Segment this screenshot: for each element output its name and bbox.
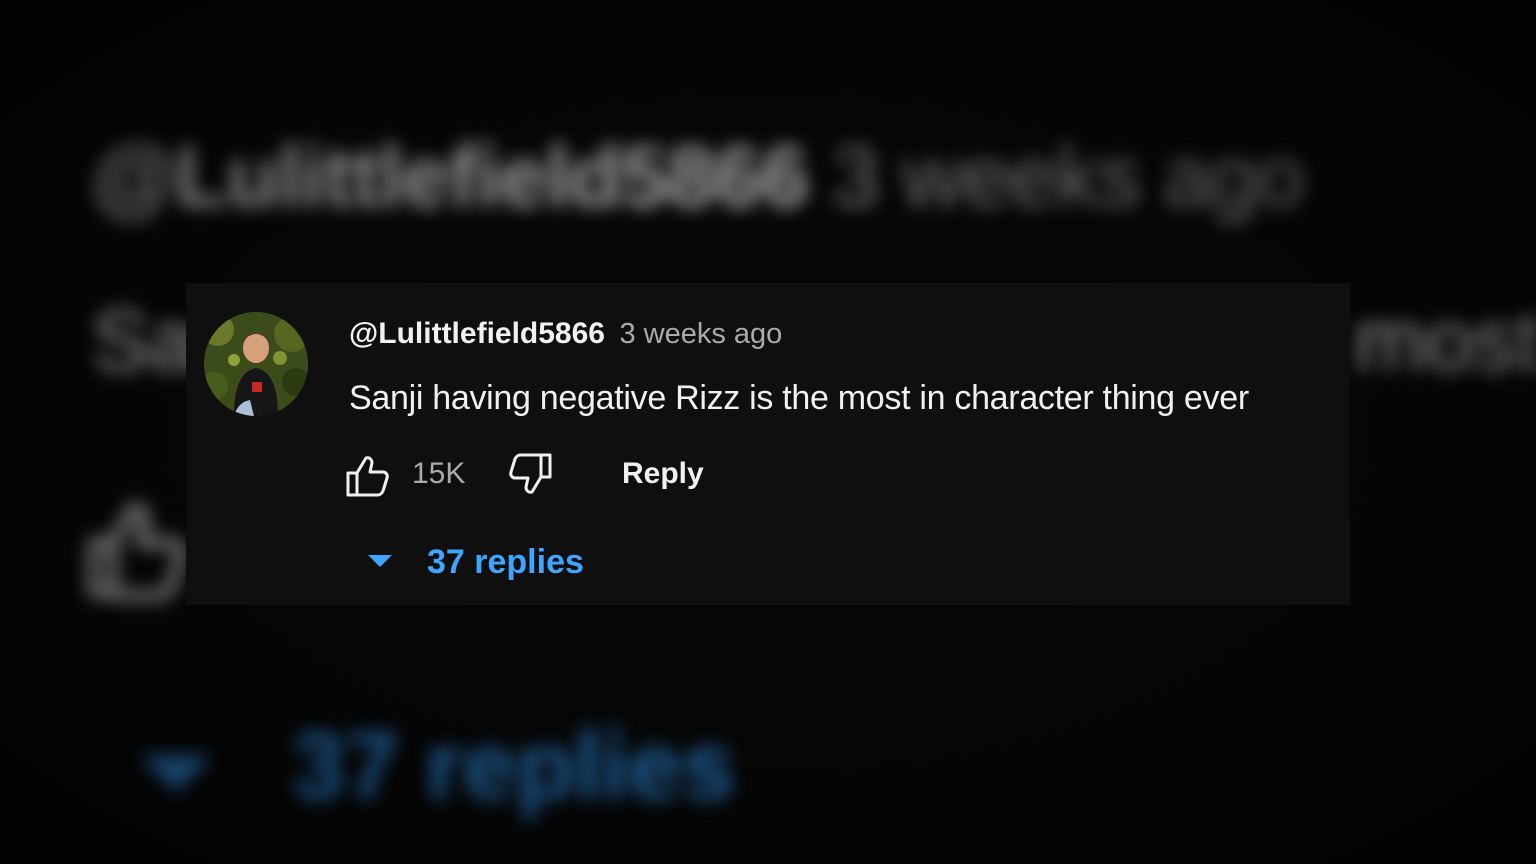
dislike-button[interactable] (502, 449, 554, 501)
comment-timestamp[interactable]: 3 weeks ago (619, 318, 782, 350)
thumbs-up-icon (346, 456, 389, 497)
caret-down-icon (368, 555, 392, 567)
screenshot-stage: @Lulittlefield5866 3 weeks ago Sanji havi… (0, 0, 1536, 864)
avatar[interactable] (204, 312, 308, 416)
reply-button[interactable]: Reply (622, 457, 704, 491)
comment-card: @Lulittlefield5866 3 weeks ago Sanji hav… (186, 283, 1350, 605)
thumbs-down-icon (509, 453, 552, 494)
author-handle[interactable]: @Lulittlefield5866 (349, 317, 605, 350)
replies-label: 37 replies (427, 543, 584, 581)
like-button[interactable] (344, 449, 396, 501)
comment-header: @Lulittlefield5866 3 weeks ago (349, 317, 782, 351)
like-count: 15K (412, 457, 466, 490)
comment-text: Sanji having negative Rizz is the most i… (349, 379, 1249, 417)
avatar-image (204, 312, 308, 416)
